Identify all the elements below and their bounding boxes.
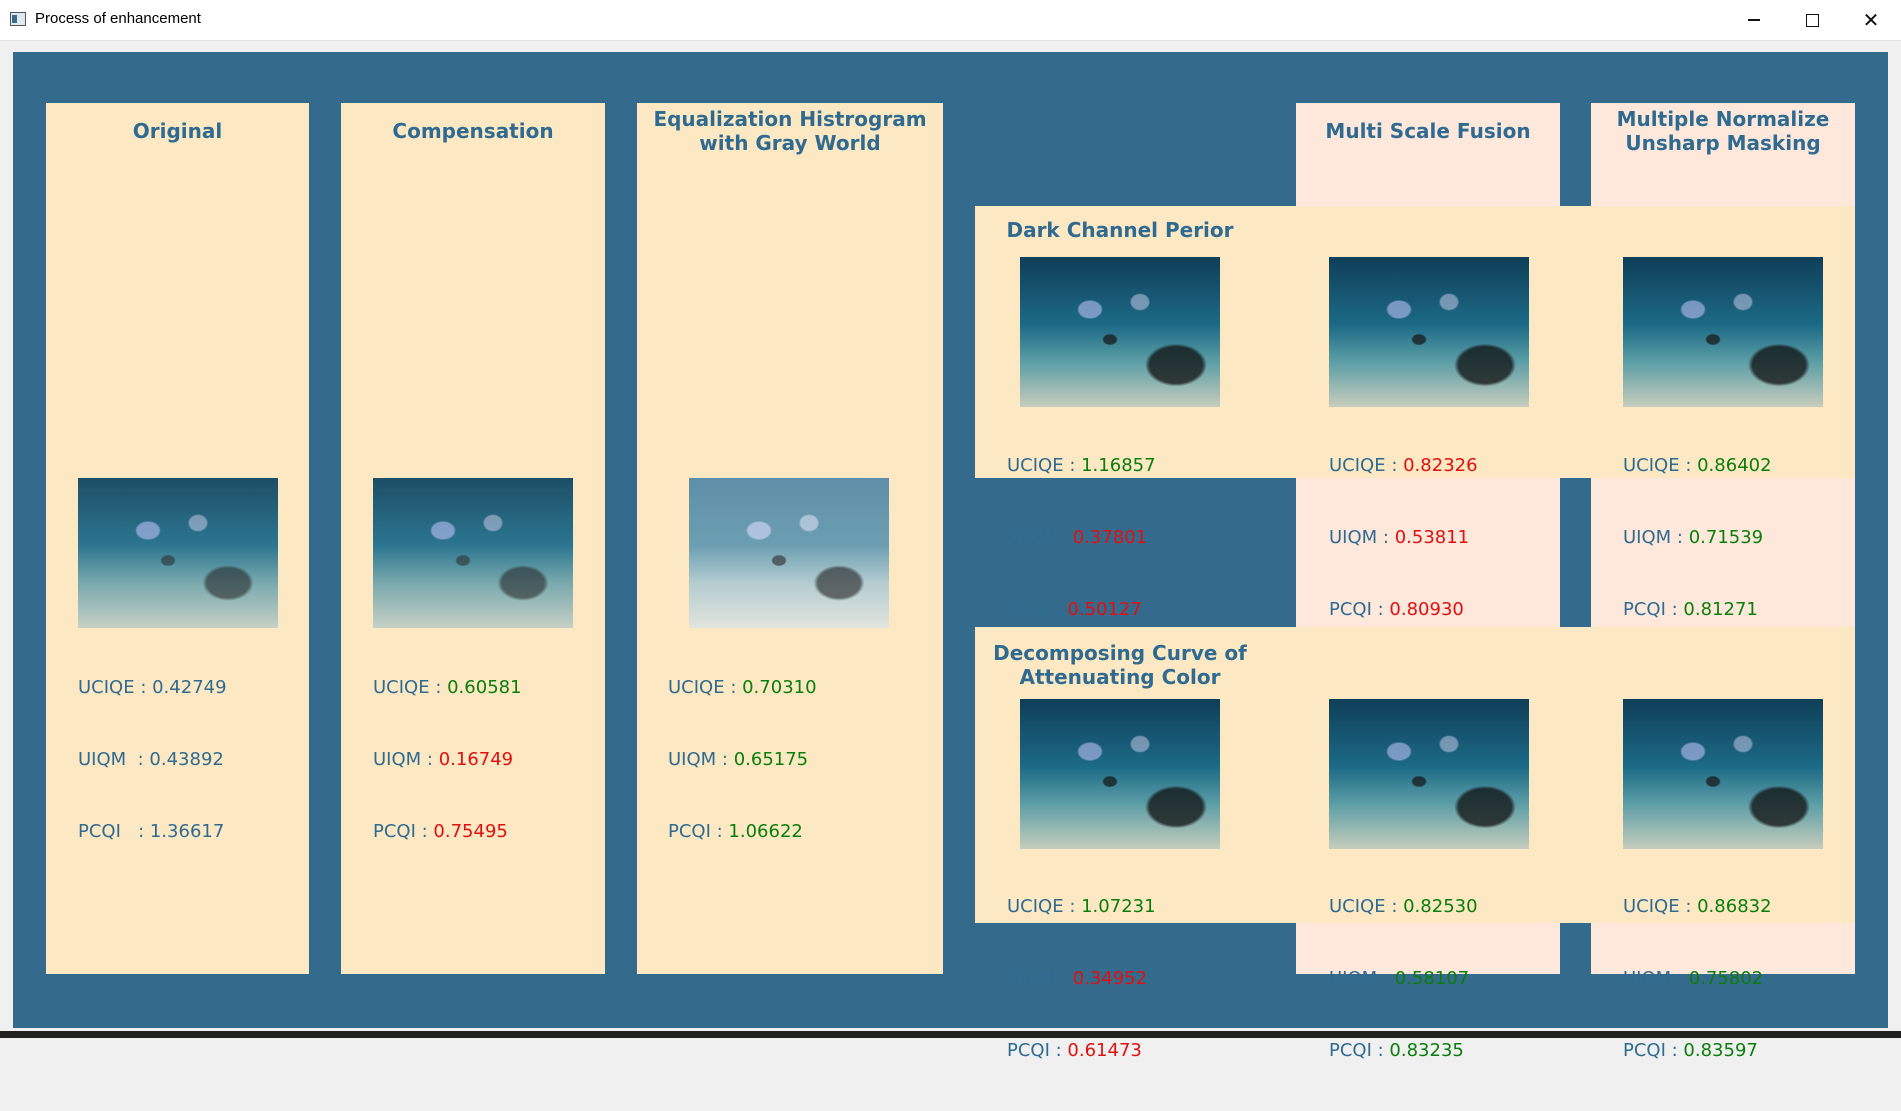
- pcqi-label: PCQI :: [1329, 599, 1390, 620]
- uiqm-label: UIQM :: [1623, 968, 1689, 989]
- pcqi-label: PCQI :: [1623, 1040, 1684, 1061]
- ucique-value: 0.82530: [1403, 896, 1478, 917]
- pcqi-value: 0.75495: [433, 821, 508, 842]
- minimize-button[interactable]: [1725, 0, 1783, 40]
- ucique-value: 0.60581: [447, 677, 522, 698]
- ucique-label: UCIQE :: [1623, 896, 1698, 917]
- equalization-image: [689, 478, 889, 628]
- pcqi-value: 1.06622: [728, 821, 803, 842]
- uiqm-label: UIQM :: [1007, 527, 1073, 548]
- ucique-label: UCIQE :: [668, 677, 743, 698]
- decomposing-fusion-metrics: UCIQE : 0.82530 UIQM : 0.58107 PCQI : 0.…: [1329, 847, 1478, 1111]
- pcqi-label: PCQI :: [373, 821, 434, 842]
- decomposing-dcp-image: [1020, 699, 1220, 849]
- ucique-value: 0.86402: [1697, 455, 1772, 476]
- maximize-icon: [1805, 13, 1819, 27]
- pcqi-value: 0.81271: [1683, 599, 1758, 620]
- equalization-title-line2: with Gray World: [699, 131, 881, 155]
- pcqi-value: 0.80930: [1389, 599, 1464, 620]
- equalization-title: Equalization Histrogram with Gray World: [637, 107, 943, 155]
- ucique-label: UCIQE :: [78, 677, 153, 698]
- dark-channel-dcp-image: [1020, 257, 1220, 407]
- pcqi-value: 1.36617: [149, 821, 225, 842]
- decomposing-title: Decomposing Curve of Attenuating Color: [975, 641, 1265, 689]
- ucique-value: 1.07231: [1081, 896, 1156, 917]
- ucique-value: 0.42749: [152, 677, 227, 698]
- uiqm-label: UIQM :: [1329, 968, 1395, 989]
- minimize-icon: [1748, 19, 1760, 21]
- equalization-metrics: UCIQE : 0.70310 UIQM : 0.65175 PCQI : 1.…: [668, 628, 817, 892]
- pcqi-label: PCQI :: [78, 821, 150, 842]
- pcqi-value: 0.83235: [1389, 1040, 1464, 1061]
- decomposing-title-line1: Decomposing Curve of: [993, 641, 1247, 665]
- uiqm-value: 0.16749: [438, 749, 514, 770]
- compensation-image: [373, 478, 573, 628]
- window-title: Process of enhancement: [35, 10, 201, 27]
- close-button[interactable]: ✕: [1842, 0, 1900, 40]
- dark-channel-unsharp-image: [1623, 257, 1823, 407]
- column-equalization: Equalization Histrogram with Gray World …: [637, 103, 943, 974]
- pcqi-label: PCQI :: [668, 821, 729, 842]
- ucique-label: UCIQE :: [373, 677, 448, 698]
- original-title: Original: [132, 119, 223, 143]
- pcqi-label: PCQI :: [1007, 1040, 1068, 1061]
- uiqm-label: UIQM :: [1329, 527, 1395, 548]
- ucique-label: UCIQE :: [1007, 896, 1082, 917]
- multi-scale-fusion-title: Multi Scale Fusion: [1325, 119, 1531, 143]
- main-panel: Original UCIQE : 0.42749 UIQM : 0.43892 …: [13, 52, 1888, 1061]
- column-compensation: Compensation UCIQE : 0.60581 UIQM : 0.16…: [341, 103, 605, 974]
- unsharp-title-line1: Multiple Normalize: [1616, 107, 1830, 131]
- uiqm-label: UIQM :: [1623, 527, 1689, 548]
- ucique-label: UCIQE :: [1623, 455, 1698, 476]
- column-original: Original UCIQE : 0.42749 UIQM : 0.43892 …: [46, 103, 309, 974]
- compensation-metrics: UCIQE : 0.60581 UIQM : 0.16749 PCQI : 0.…: [373, 628, 522, 892]
- uiqm-value: 0.75802: [1688, 968, 1764, 989]
- dark-channel-title: Dark Channel Perior: [1006, 218, 1234, 242]
- equalization-title-line1: Equalization Histrogram: [653, 107, 927, 131]
- uiqm-label: UIQM :: [668, 749, 734, 770]
- uiqm-value: 0.58107: [1394, 968, 1470, 989]
- unsharp-masking-title: Multiple Normalize Unsharp Masking: [1591, 107, 1855, 155]
- ucique-value: 1.16857: [1081, 455, 1156, 476]
- uiqm-value: 0.34952: [1072, 968, 1148, 989]
- unsharp-title-line2: Unsharp Masking: [1625, 131, 1821, 155]
- uiqm-value: 0.37801: [1072, 527, 1148, 548]
- row-dark-channel: Dark Channel Perior UCIQE : 1.16857 UIQM…: [975, 206, 1855, 620]
- decomposing-dcp-metrics: UCIQE : 1.07231 UIQM : 0.34952 PCQI : 0.…: [1007, 847, 1156, 1111]
- uiqm-value: 0.65175: [733, 749, 809, 770]
- close-icon: ✕: [1862, 8, 1880, 32]
- uiqm-label: UIQM :: [78, 749, 150, 770]
- original-metrics: UCIQE : 0.42749 UIQM : 0.43892 PCQI : 1.…: [78, 628, 227, 892]
- taskbar: [0, 1031, 1901, 1038]
- ucique-value: 0.82326: [1403, 455, 1478, 476]
- title-bar: Process of enhancement ✕: [0, 0, 1901, 41]
- decomposing-unsharp-image: [1623, 699, 1823, 849]
- dark-channel-fusion-image: [1329, 257, 1529, 407]
- ucique-label: UCIQE :: [1329, 896, 1404, 917]
- ucique-label: UCIQE :: [1007, 455, 1082, 476]
- uiqm-value: 0.43892: [149, 749, 224, 770]
- compensation-title: Compensation: [392, 119, 554, 143]
- pcqi-value: 0.50127: [1067, 599, 1142, 620]
- ucique-label: UCIQE :: [1329, 455, 1404, 476]
- app-icon: [10, 12, 26, 26]
- uiqm-label: UIQM :: [1007, 968, 1073, 989]
- pcqi-value: 0.61473: [1067, 1040, 1142, 1061]
- uiqm-label: UIQM :: [373, 749, 439, 770]
- row-decomposing: Decomposing Curve of Attenuating Color U…: [975, 627, 1855, 1061]
- decomposing-title-line2: Attenuating Color: [1019, 665, 1221, 689]
- uiqm-value: 0.53811: [1394, 527, 1470, 548]
- pcqi-label: PCQI :: [1007, 599, 1068, 620]
- pcqi-label: PCQI :: [1623, 599, 1684, 620]
- uiqm-value: 0.71539: [1688, 527, 1764, 548]
- ucique-value: 0.86832: [1697, 896, 1772, 917]
- decomposing-fusion-image: [1329, 699, 1529, 849]
- original-image: [78, 478, 278, 628]
- pcqi-label: PCQI :: [1329, 1040, 1390, 1061]
- pcqi-value: 0.83597: [1683, 1040, 1758, 1061]
- ucique-value: 0.70310: [742, 677, 817, 698]
- maximize-button[interactable]: [1783, 0, 1841, 40]
- decomposing-unsharp-metrics: UCIQE : 0.86832 UIQM : 0.75802 PCQI : 0.…: [1623, 847, 1772, 1111]
